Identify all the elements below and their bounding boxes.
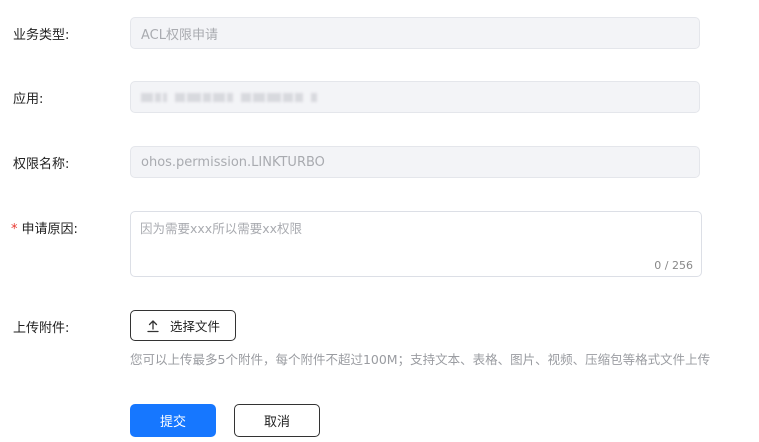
reason-label: 申请原因:: [21, 222, 78, 237]
application-field: [130, 81, 700, 113]
required-mark: *: [11, 222, 18, 237]
business-type-value: ACL权限申请: [141, 27, 218, 43]
reason-label-row: * 申请原因:: [11, 218, 78, 237]
upload-icon: [147, 319, 159, 332]
permission-name-label: 权限名称:: [13, 157, 70, 172]
business-type-label: 业务类型:: [13, 28, 70, 43]
upload-hint: 您可以上传最多5个附件，每个附件不超过100M；支持文本、表格、图片、视频、压缩…: [130, 352, 711, 367]
application-label: 应用:: [13, 92, 44, 107]
permission-name-value: ohos.permission.LINKTURBO: [141, 154, 325, 170]
attachment-label: 上传附件:: [13, 321, 70, 336]
select-file-button[interactable]: 选择文件: [130, 310, 236, 341]
business-type-field: ACL权限申请: [130, 17, 700, 49]
application-value-redacted: [141, 89, 319, 105]
reason-placeholder: 因为需要xxx所以需要xx权限: [140, 221, 302, 236]
reason-char-count: 0 / 256: [654, 259, 693, 272]
reason-textarea[interactable]: 因为需要xxx所以需要xx权限 0 / 256: [130, 211, 702, 277]
permission-name-field: ohos.permission.LINKTURBO: [130, 146, 700, 178]
cancel-button[interactable]: 取消: [234, 404, 320, 437]
select-file-label: 选择文件: [169, 319, 220, 334]
submit-button[interactable]: 提交: [130, 404, 216, 437]
